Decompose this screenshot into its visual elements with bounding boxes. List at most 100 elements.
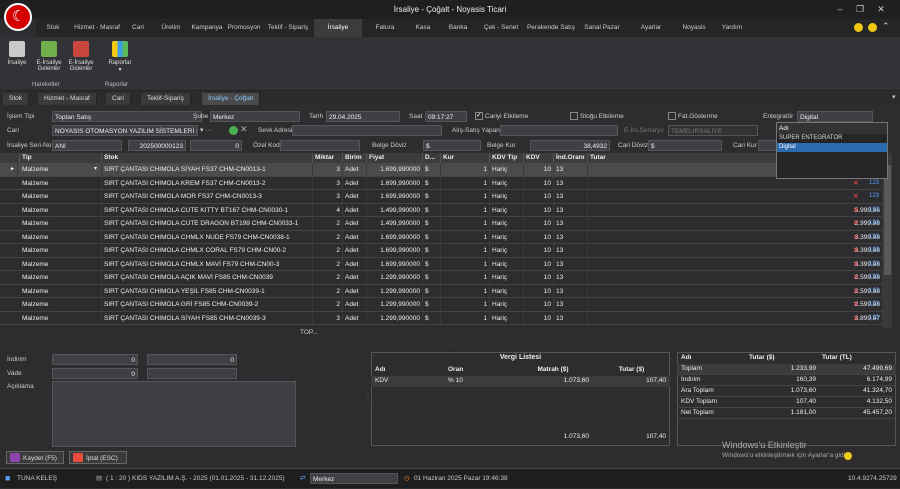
row-detail-icon[interactable]: 123 <box>867 258 881 271</box>
app-logo-icon[interactable] <box>4 3 32 31</box>
grid-scroll-thumb[interactable] <box>884 165 891 275</box>
collapse-ribbon-icon[interactable]: ⌃ <box>882 21 890 32</box>
sube-select[interactable]: Merkez <box>210 111 300 122</box>
smile-icon[interactable] <box>854 23 863 32</box>
row-detail-icon[interactable]: 123 <box>867 312 881 325</box>
belge-kur-input[interactable]: 38,4932 <box>530 140 610 151</box>
grid-cell-tutar[interactable]: 2.999,98 <box>588 217 883 230</box>
grid-cell-miktar[interactable]: 2 <box>313 217 343 230</box>
grid-cell-birim[interactable]: Adet <box>343 257 367 271</box>
aciklama-textarea[interactable] <box>52 381 296 447</box>
table-row[interactable]: Malzeme SIRT ÇANTASI CHIMOLA GRİ FS85 CHM… <box>0 298 883 312</box>
grid-cell-kur[interactable]: 1 <box>441 203 490 217</box>
menu-tab-13[interactable]: Sanal Pazar <box>578 19 626 37</box>
indirim-input-2[interactable]: 0 <box>147 354 237 365</box>
grid-cell-ind[interactable]: 13 <box>554 298 588 311</box>
e-irs-senaryo-select[interactable]: TEMELIRSALIYE <box>668 125 758 136</box>
cari-kur-input[interactable] <box>758 140 778 151</box>
cari-clear-icon[interactable]: ✕ <box>240 124 248 135</box>
grid-header-5[interactable]: D... <box>423 153 441 163</box>
grid-cell-birim[interactable]: Adet <box>343 203 367 217</box>
grid-cell-ind[interactable]: 13 <box>554 271 588 284</box>
belge-doviz-select[interactable]: $ <box>423 140 481 151</box>
grid-cell-kdv[interactable]: 10 <box>524 230 554 244</box>
grid-cell-birim[interactable]: Adet <box>343 284 367 298</box>
delete-row-icon[interactable]: ✕ <box>851 298 863 311</box>
table-row[interactable]: Malzeme SIRT ÇANTASI CHIMOLA CUTE KITTY B… <box>0 203 883 217</box>
grid-cell-kdv[interactable]: 10 <box>524 257 554 271</box>
grid-cell-stok[interactable]: SIRT ÇANTASI CHIMOLA MOR FS37 CHM-CN0013… <box>102 190 313 203</box>
grid-cell-birim[interactable]: Adet <box>343 163 367 176</box>
grid-cell-miktar[interactable]: 3 <box>313 176 343 190</box>
grid-cell-tip[interactable]: Malzeme <box>20 176 102 190</box>
status-branch-select[interactable]: Merkez <box>310 473 398 484</box>
grid-cell-kur[interactable]: 1 <box>441 190 490 203</box>
cari-input[interactable]: NOYASIS OTOMASYON YAZILIM SİSTEMLERİ S..… <box>52 125 198 136</box>
grid-cell-ind[interactable]: 13 <box>554 311 588 325</box>
grid-cell-tutar[interactable]: 3.399,98 <box>588 257 883 271</box>
grid-cell-fiyat[interactable]: 1.699,990000 <box>367 244 423 257</box>
menu-tab-4[interactable]: Kampanya <box>190 19 224 37</box>
cariyi-etkileme-checkbox[interactable] <box>475 111 483 120</box>
restore-icon[interactable]: ❐ <box>853 2 867 16</box>
row-detail-icon[interactable]: 123 <box>867 204 881 217</box>
grid-cell-ind[interactable]: 13 <box>554 257 588 271</box>
grid-cell-tip[interactable]: Malzeme <box>20 203 102 217</box>
grid-cell-fiyat[interactable]: 1.699,990000 <box>367 230 423 244</box>
save-button[interactable]: Kaydet (F5) <box>6 451 64 464</box>
row-detail-icon[interactable]: 123 <box>867 244 881 257</box>
grid-cell-miktar[interactable]: 3 <box>313 190 343 203</box>
grid-cell-kdvtip[interactable]: Hariç <box>490 284 524 298</box>
grid-cell-kur[interactable]: 1 <box>441 257 490 271</box>
grid-cell-kdv[interactable]: 10 <box>524 163 554 176</box>
grid-header-7[interactable]: KDV Tip <box>490 153 524 163</box>
grid-cell-ind[interactable]: 13 <box>554 230 588 244</box>
grid-cell-kdv[interactable]: 10 <box>524 311 554 325</box>
menu-tab-1[interactable]: Hizmet - Masraf <box>72 19 122 37</box>
grid-cell-tip[interactable]: Malzeme <box>20 244 102 257</box>
cari-doviz-select[interactable]: $ <box>648 140 722 151</box>
tip-dropdown-icon[interactable]: ▾ <box>92 163 102 176</box>
doc-tab-4[interactable]: İrsaliye - Çoğalt <box>202 93 261 105</box>
vade-input[interactable]: 0 <box>52 368 138 379</box>
delete-row-icon[interactable]: ✕ <box>851 285 863 298</box>
grid-cell-kdvtip[interactable]: Hariç <box>490 271 524 284</box>
menu-tab-11[interactable]: Çek - Senet <box>478 19 524 37</box>
delete-row-icon[interactable]: ✕ <box>851 258 863 271</box>
grid-cell-kur[interactable]: 1 <box>441 284 490 298</box>
alis-satis-yapan-select[interactable] <box>500 125 618 136</box>
grid-cell-fiyat[interactable]: 1.299,990000 <box>367 298 423 311</box>
grid-cell-kur[interactable]: 1 <box>441 230 490 244</box>
grid-cell-miktar[interactable]: 2 <box>313 244 343 257</box>
fat-gosterme-checkbox[interactable] <box>668 112 676 120</box>
grid-cell-ind[interactable]: 13 <box>554 163 588 176</box>
grid-cell-tip[interactable]: Malzeme <box>20 311 102 325</box>
table-row[interactable]: Malzeme SIRT ÇANTASI CHIMOLA SİYAH FS85 C… <box>0 311 883 325</box>
delete-row-icon[interactable]: ✕ <box>851 204 863 217</box>
grid-cell-fiyat[interactable]: 1.499,990000 <box>367 203 423 217</box>
grid-header-9[interactable]: İnd.Oranı <box>554 153 588 163</box>
grid-cell-miktar[interactable]: 3 <box>313 163 343 176</box>
grid-cell-birim[interactable]: Adet <box>343 311 367 325</box>
delete-row-icon[interactable]: ✕ <box>851 217 863 230</box>
grid-cell-stok[interactable]: SIRT ÇANTASI CHIMOLA AÇIK MAVİ FS85 CHM-… <box>102 271 313 284</box>
grid-cell-ind[interactable]: 13 <box>554 284 588 298</box>
menu-tab-12[interactable]: Perakende Satış <box>526 19 576 37</box>
cancel-button[interactable]: İptal (ESC) <box>69 451 127 464</box>
grid-cell-kdvtip[interactable]: Hariç <box>490 298 524 311</box>
doc-tab-3[interactable]: Teklif-Sipariş <box>141 93 191 105</box>
grid-cell-kdv[interactable]: 10 <box>524 284 554 298</box>
grid-cell-kdv[interactable]: 10 <box>524 244 554 257</box>
grid-cell-stok[interactable]: SIRT ÇANTASI CHIMOLA CHMLX CORAL FS79 CH… <box>102 244 313 257</box>
doc-tab-1[interactable]: Hizmet - Masraf <box>38 93 97 105</box>
grid-header-0[interactable]: Tip <box>20 153 102 163</box>
table-row[interactable]: Malzeme SIRT ÇANTASI CHIMOLA KREM FS37 CH… <box>0 176 883 190</box>
delete-row-icon[interactable]: ✕ <box>851 244 863 257</box>
grid-cell-tutar[interactable]: 3.399,98 <box>588 244 883 257</box>
grid-cell-miktar[interactable]: 3 <box>313 311 343 325</box>
grid-cell-kur[interactable]: 1 <box>441 298 490 311</box>
grid-cell-tutar[interactable]: 3.899,97 <box>588 311 883 325</box>
grid-cell-kdvtip[interactable]: Hariç <box>490 244 524 257</box>
minimize-icon[interactable]: – <box>833 2 847 16</box>
no-input[interactable]: 202500000123 <box>128 140 186 151</box>
